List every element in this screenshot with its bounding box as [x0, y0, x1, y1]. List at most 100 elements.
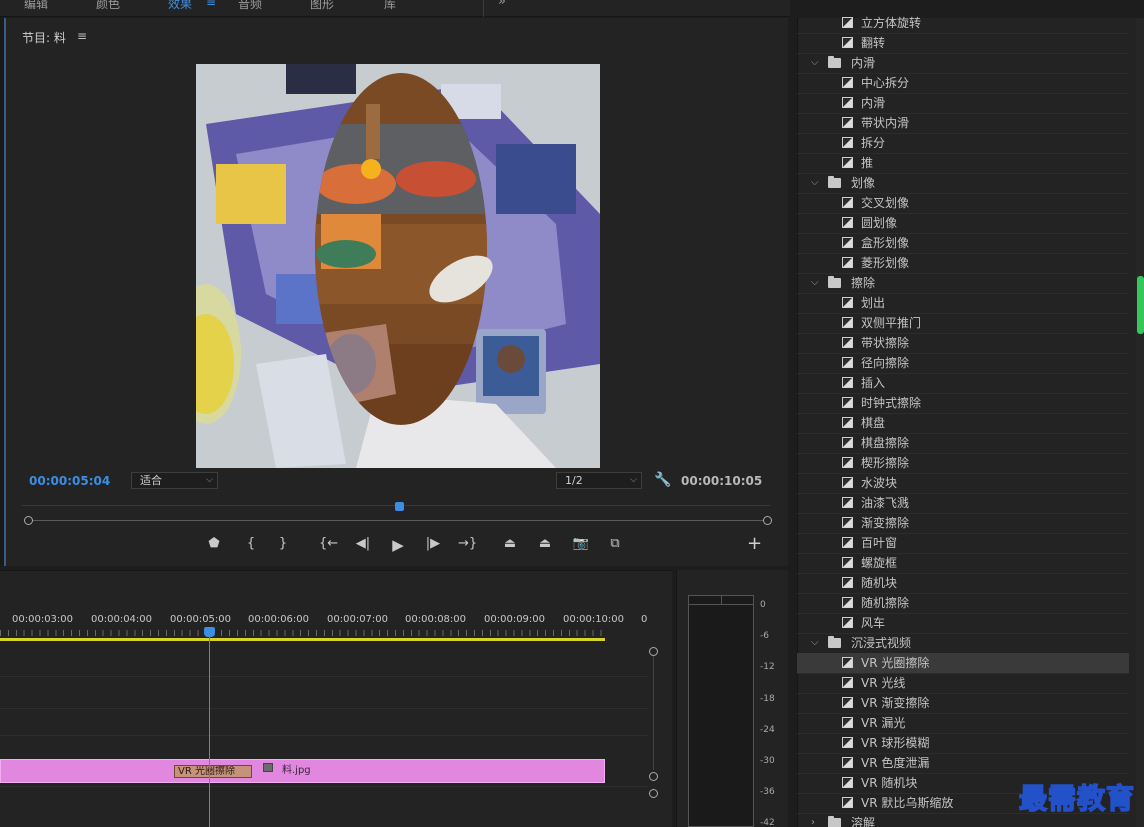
effects-item[interactable]: 油漆飞溅 — [797, 493, 1129, 513]
playback-resolution-select[interactable]: 1/2 ⌵ — [556, 472, 642, 489]
transition-icon — [842, 777, 853, 788]
effects-folder[interactable]: ⌵ 划像 — [797, 173, 1129, 193]
transition-icon — [842, 97, 853, 108]
effects-item[interactable]: VR 渐变擦除 — [797, 693, 1129, 713]
effects-item[interactable]: 中心拆分 — [797, 73, 1129, 93]
mark-in-icon[interactable]: { — [242, 536, 260, 551]
effects-item[interactable]: 百叶窗 — [797, 533, 1129, 553]
workspace-tab[interactable]: 颜色 — [96, 0, 120, 12]
panel-focus-edge — [0, 18, 6, 566]
transition-icon — [842, 317, 853, 328]
program-video-frame — [196, 64, 600, 468]
effects-item[interactable]: VR 光线 — [797, 673, 1129, 693]
effects-item[interactable]: 拆分 — [797, 133, 1129, 153]
program-monitor-title[interactable]: 节目: 料 — [22, 29, 66, 46]
effects-item[interactable]: 菱形划像 — [797, 253, 1129, 273]
transition-icon — [842, 77, 853, 88]
transition-icon — [842, 557, 853, 568]
effect-label: VR 默比乌斯缩放 — [861, 796, 954, 810]
clip-transition[interactable]: VR 光圈擦除 — [174, 765, 252, 778]
effects-item[interactable]: 圆划像 — [797, 213, 1129, 233]
fit-zoom-select[interactable]: 适合 ⌵ — [131, 472, 218, 489]
effects-item[interactable]: VR 球形模糊 — [797, 733, 1129, 753]
effects-item[interactable]: VR 色度泄漏 — [797, 753, 1129, 773]
export-frame-icon[interactable]: 📷 — [572, 536, 590, 551]
workspace-tab[interactable]: 效果 — [168, 0, 192, 12]
transition-icon — [842, 197, 853, 208]
effects-item[interactable]: 盒形划像 — [797, 233, 1129, 253]
effect-label: 翻转 — [861, 36, 886, 50]
scrub-bar[interactable] — [28, 520, 768, 521]
effects-item[interactable]: 随机擦除 — [797, 593, 1129, 613]
effects-item[interactable]: 插入 — [797, 373, 1129, 393]
effects-item[interactable]: 双侧平推门 — [797, 313, 1129, 333]
effects-item[interactable]: 推 — [797, 153, 1129, 173]
effects-item[interactable]: 水波块 — [797, 473, 1129, 493]
panel-menu-icon[interactable]: ≡ — [77, 29, 87, 43]
workspace-overflow-button[interactable]: » — [498, 0, 506, 9]
go-to-in-icon[interactable]: {← — [319, 536, 338, 551]
add-marker-icon[interactable]: ⬟ — [205, 536, 223, 551]
effects-item[interactable]: 随机块 — [797, 573, 1129, 593]
chevron-down-icon[interactable]: ⌵ — [811, 173, 819, 193]
workspace-tab[interactable]: 音频 — [238, 0, 262, 12]
mark-out-icon[interactable]: } — [274, 536, 292, 551]
button-editor-add-button[interactable]: + — [747, 533, 762, 554]
folder-label: 沉浸式视频 — [851, 636, 912, 650]
extract-icon[interactable]: ⏏ — [536, 536, 554, 551]
lift-icon[interactable]: ⏏ — [501, 536, 519, 551]
workspace-tab[interactable]: 编辑 — [24, 0, 48, 12]
effects-scrollbar[interactable] — [1136, 18, 1144, 827]
effects-item[interactable]: 带状内滑 — [797, 113, 1129, 133]
effects-item[interactable]: 时钟式擦除 — [797, 393, 1129, 413]
current-timecode[interactable]: 00:00:05:04 — [29, 474, 110, 488]
effects-item[interactable]: 渐变擦除 — [797, 513, 1129, 533]
scroll-handle-top[interactable] — [649, 647, 658, 656]
effects-item[interactable]: VR 光圈擦除 — [797, 653, 1129, 673]
effects-scrollbar-thumb[interactable] — [1137, 276, 1144, 334]
effects-item[interactable]: 径向擦除 — [797, 353, 1129, 373]
step-back-icon[interactable]: ◀| — [354, 536, 372, 551]
effects-folder[interactable]: ⌵ 沉浸式视频 — [797, 633, 1129, 653]
meter-db-label: -12 — [760, 662, 775, 673]
work-area-bar[interactable] — [0, 638, 605, 641]
step-forward-icon[interactable]: |▶ — [424, 536, 442, 551]
chevron-down-icon[interactable]: ⌵ — [811, 633, 819, 653]
scroll-handle-bottom[interactable] — [649, 772, 658, 781]
workspace-tab[interactable]: 图形 — [310, 0, 334, 12]
playhead-handle[interactable] — [204, 627, 215, 637]
playhead-line — [209, 632, 210, 827]
effects-item[interactable]: 带状擦除 — [797, 333, 1129, 353]
effect-label: 拆分 — [861, 136, 886, 150]
effects-item[interactable]: 交叉划像 — [797, 193, 1129, 213]
effects-item[interactable]: 内滑 — [797, 93, 1129, 113]
comparison-view-icon[interactable]: ⧉ — [606, 536, 624, 551]
scroll-handle[interactable] — [649, 789, 658, 798]
effects-item[interactable]: VR 漏光 — [797, 713, 1129, 733]
vertical-scrollbar[interactable] — [653, 656, 654, 770]
effects-item[interactable]: 棋盘擦除 — [797, 433, 1129, 453]
go-to-out-icon[interactable]: →} — [458, 536, 477, 551]
effects-item[interactable]: 楔形擦除 — [797, 453, 1129, 473]
workspace-menu-icon[interactable]: ≡ — [206, 0, 216, 9]
effects-item[interactable]: 翻转 — [797, 33, 1129, 53]
effects-item[interactable]: 棋盘 — [797, 413, 1129, 433]
chevron-down-icon[interactable]: ⌵ — [811, 53, 819, 73]
settings-wrench-icon[interactable]: 🔧 — [654, 472, 671, 488]
effect-label: 时钟式擦除 — [861, 396, 922, 410]
scrub-out-handle[interactable] — [763, 516, 772, 525]
effects-item[interactable]: 立方体旋转 — [797, 13, 1129, 33]
chevron-right-icon[interactable]: › — [811, 813, 815, 827]
scrub-playhead[interactable] — [395, 502, 404, 511]
play-icon[interactable]: ▶ — [389, 536, 407, 554]
effects-item[interactable]: 风车 — [797, 613, 1129, 633]
folder-icon — [828, 56, 841, 68]
effects-folder[interactable]: ⌵ 内滑 — [797, 53, 1129, 73]
effects-item[interactable]: 螺旋框 — [797, 553, 1129, 573]
effects-item[interactable]: 划出 — [797, 293, 1129, 313]
chevron-down-icon[interactable]: ⌵ — [811, 273, 819, 293]
effects-folder[interactable]: ⌵ 擦除 — [797, 273, 1129, 293]
transition-icon — [842, 137, 853, 148]
scrub-in-handle[interactable] — [24, 516, 33, 525]
workspace-tab[interactable]: 库 — [384, 0, 396, 12]
